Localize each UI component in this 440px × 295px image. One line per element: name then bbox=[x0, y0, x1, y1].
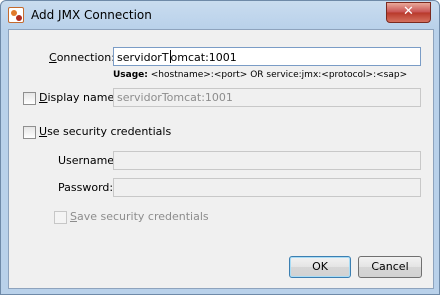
display-name-input[interactable]: servidorTomcat:1001 bbox=[113, 88, 421, 107]
username-input[interactable] bbox=[113, 151, 421, 170]
ok-button[interactable]: OK bbox=[289, 256, 351, 278]
save-credentials-label[interactable]: Save security credentials bbox=[70, 210, 209, 223]
close-button[interactable]: ✕ bbox=[386, 2, 431, 23]
display-name-checkbox[interactable] bbox=[23, 92, 36, 105]
dialog-content: Connection: servidorT omcat:1001 Usage: <… bbox=[8, 29, 434, 289]
username-label: Username: bbox=[58, 154, 118, 167]
dialog-window: Add JMX Connection ✕ Connection: servido… bbox=[0, 0, 440, 295]
title-bar[interactable]: Add JMX Connection ✕ bbox=[1, 1, 439, 29]
dialog-title: Add JMX Connection bbox=[31, 8, 152, 22]
password-label: Password: bbox=[58, 181, 114, 194]
close-icon: ✕ bbox=[403, 4, 414, 19]
password-input[interactable] bbox=[113, 178, 421, 197]
connection-label: Connection: bbox=[49, 51, 115, 64]
app-icon bbox=[8, 7, 24, 23]
save-credentials-checkbox[interactable] bbox=[54, 211, 67, 224]
usage-hint: Usage: <hostname>:<port> OR service:jmx:… bbox=[113, 70, 408, 80]
security-credentials-label[interactable]: Use security credentials bbox=[39, 125, 171, 138]
connection-input[interactable]: servidorT omcat:1001 bbox=[113, 47, 421, 66]
security-credentials-checkbox[interactable] bbox=[23, 126, 36, 139]
display-name-label[interactable]: Display name: bbox=[39, 91, 118, 104]
cancel-button[interactable]: Cancel bbox=[358, 256, 422, 278]
